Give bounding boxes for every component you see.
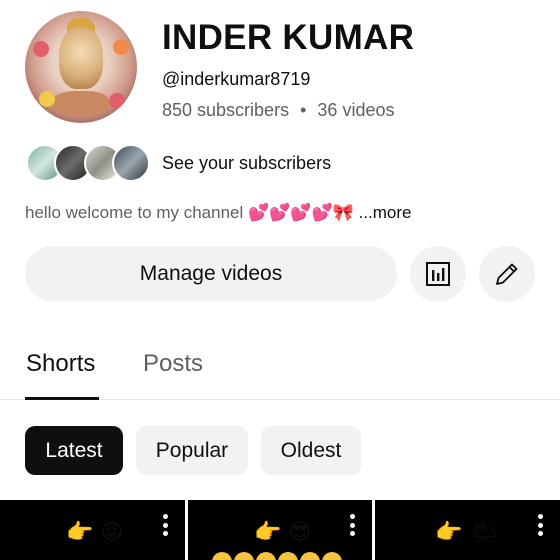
manage-videos-button[interactable]: Manage videos [25,246,397,301]
edit-channel-button[interactable] [479,246,535,302]
ganesha-figure [59,27,103,89]
channel-tabs: Shorts Posts [0,340,560,400]
tab-shorts[interactable]: Shorts [26,350,95,378]
subscriber-avatar [112,144,150,182]
short-thumbnail[interactable]: 👉 😎 [188,500,372,560]
more-options-icon[interactable] [162,514,168,536]
channel-handle: @inderkumar8719 [162,69,311,89]
subscriber-count: 850 subscribers [162,100,290,120]
short-thumbnail[interactable]: 👉 😡 [0,500,185,560]
subscriber-avatars[interactable] [26,144,150,182]
see-subscribers-link[interactable]: See your subscribers [162,153,331,174]
description-emojis: 💕💕💕💕🎀 [248,203,354,223]
more-link[interactable]: ...more [359,203,412,222]
flower-decoration [109,93,125,109]
analytics-icon [426,262,450,286]
flower-decoration [39,91,55,107]
short-emoji-caption: 👉 😎 [254,520,312,545]
pencil-icon [496,263,518,285]
flower-decoration [33,41,49,57]
channel-avatar[interactable] [25,11,137,123]
filter-oldest-chip[interactable]: Oldest [261,426,361,475]
separator-dot: • [300,100,307,120]
more-options-icon[interactable] [349,514,355,536]
channel-name: INDER KUMAR [162,18,415,57]
short-emoji-caption: 👉 🌤 [435,520,498,545]
short-emoji-caption: 👉 😡 [66,520,124,545]
video-count: 36 videos [317,100,395,120]
channel-description[interactable]: hello welcome to my channel 💕💕💕💕🎀 ...mor… [25,203,412,223]
short-thumbnail[interactable]: 👉 🌤 [375,500,560,560]
analytics-button[interactable] [410,246,466,302]
emoji-row [212,552,342,560]
more-options-icon[interactable] [537,514,543,536]
filter-popular-chip[interactable]: Popular [136,426,248,475]
flower-decoration [113,39,129,55]
tab-posts[interactable]: Posts [143,350,203,378]
active-tab-indicator [25,397,99,400]
filter-latest-chip[interactable]: Latest [25,426,123,475]
channel-stats: 850 subscribers • 36 videos [162,100,394,121]
description-text: hello welcome to my channel [25,203,244,222]
figure-base [53,91,109,115]
